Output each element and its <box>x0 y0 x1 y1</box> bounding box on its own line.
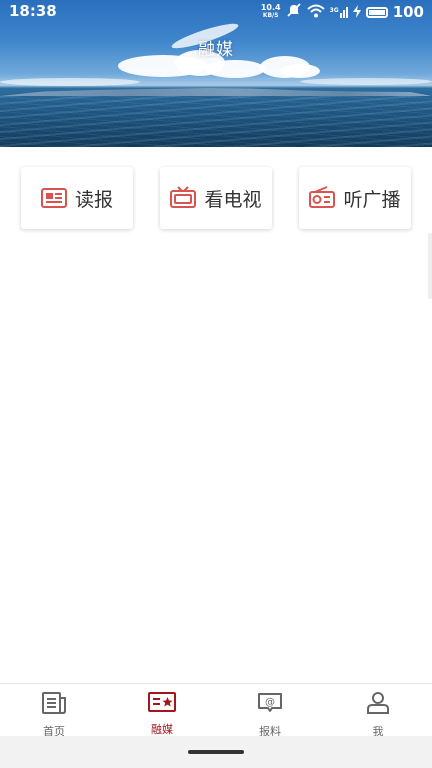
nav-item-report[interactable]: @ 报料 <box>216 684 324 738</box>
battery-icon <box>365 6 388 18</box>
charging-icon <box>352 3 361 22</box>
side-drawer-handle[interactable] <box>428 233 432 299</box>
home-gesture-handle[interactable] <box>188 750 244 754</box>
nav-item-home[interactable]: 首页 <box>0 684 108 738</box>
listen-radio-button[interactable]: 听广播 <box>299 167 411 229</box>
nav-label-media: 融媒 <box>151 723 173 736</box>
system-gesture-bar <box>0 736 432 768</box>
status-bar: 18:38 10.4 KB/S 3G 100 <box>0 0 432 24</box>
read-newspaper-label: 读报 <box>74 188 113 211</box>
media-star-icon <box>148 691 176 717</box>
battery-level: 100 <box>392 3 424 21</box>
page-title: 融媒 <box>198 40 234 60</box>
network-speed-unit: KB/S <box>262 12 279 19</box>
media-cards: 读报 看电视 听广播 <box>0 167 432 229</box>
wifi-icon <box>306 3 325 22</box>
news-icon <box>41 691 67 719</box>
watch-tv-button[interactable]: 看电视 <box>160 167 272 229</box>
tv-icon <box>170 186 197 210</box>
cell-signal-icon: 3G <box>329 6 348 18</box>
chat-at-icon: @ <box>257 691 283 719</box>
read-newspaper-button[interactable]: 读报 <box>21 167 133 229</box>
listen-radio-label: 听广播 <box>343 188 401 211</box>
newspaper-icon <box>40 187 67 209</box>
status-time: 18:38 <box>9 2 57 20</box>
signal-type: 3G <box>329 6 339 14</box>
mute-icon <box>286 2 302 22</box>
network-speed-value: 10.4 <box>260 3 281 12</box>
person-icon <box>365 691 391 719</box>
bottom-nav: 首页 融媒 @ 报料 我 <box>0 683 432 738</box>
watch-tv-label: 看电视 <box>204 188 262 211</box>
nav-item-me[interactable]: 我 <box>324 684 432 738</box>
network-speed: 10.4 KB/S <box>261 4 281 20</box>
svg-text:@: @ <box>265 697 275 708</box>
radio-icon <box>309 186 336 210</box>
nav-item-media[interactable]: 融媒 <box>108 684 216 736</box>
